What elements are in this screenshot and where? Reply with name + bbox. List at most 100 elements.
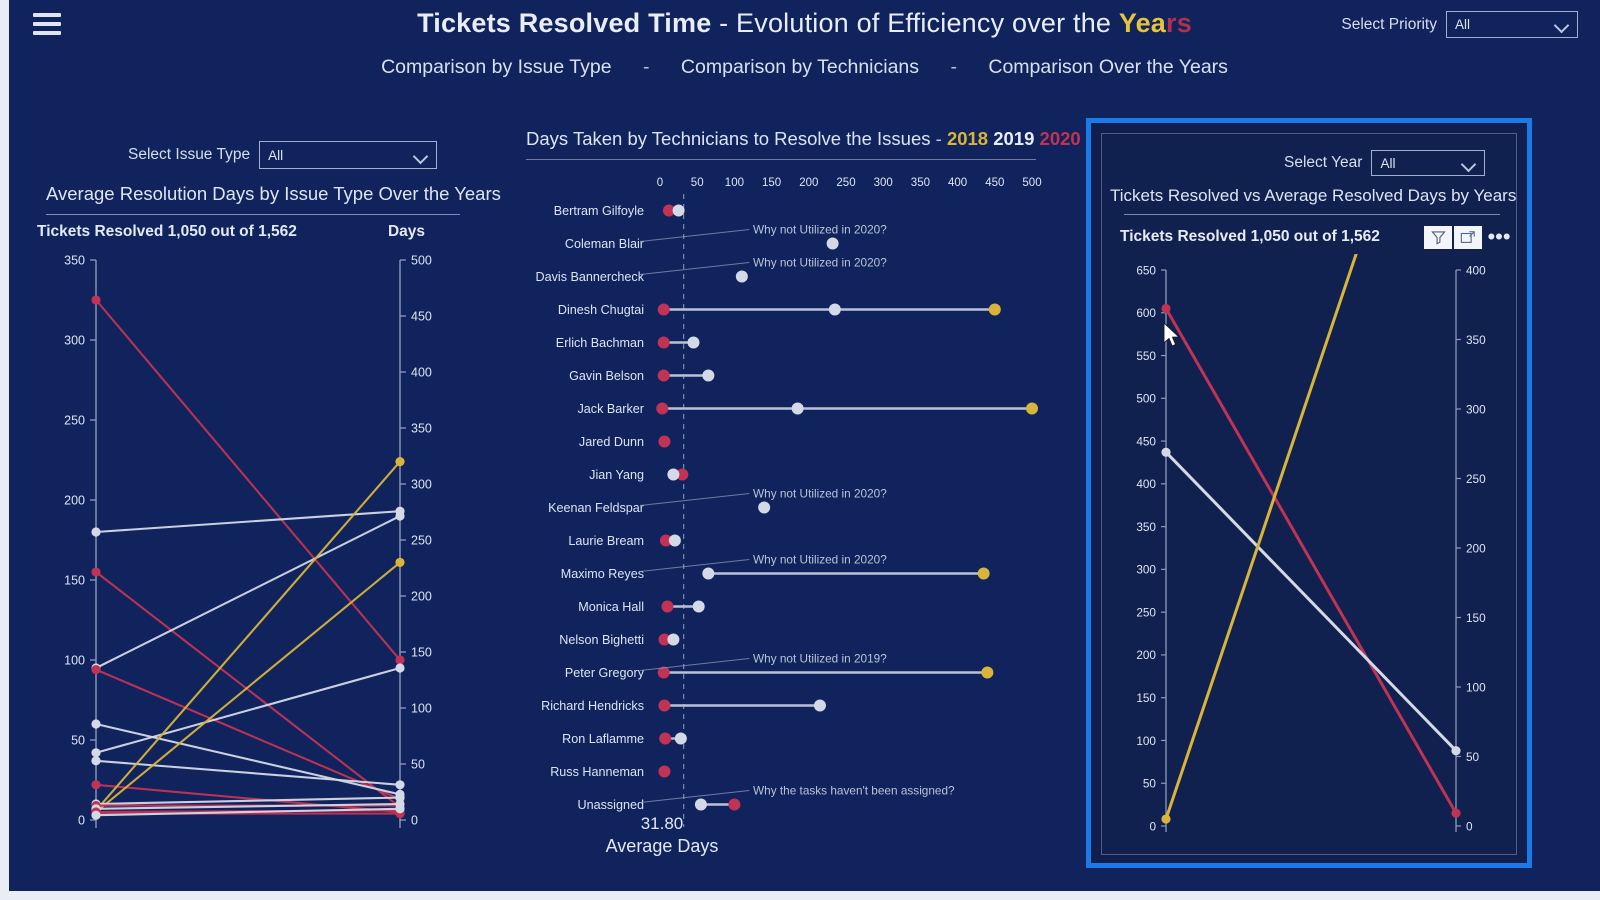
select-year-dropdown[interactable]: All xyxy=(1371,150,1486,176)
nav-comparison-by-technicians[interactable]: Comparison by Technicians xyxy=(681,56,919,78)
bottom-rail xyxy=(0,891,1600,900)
legend-2019[interactable]: 2019 xyxy=(993,128,1034,149)
technicians-dumbbell-chart[interactable]: 0 50 100 150 200 250 300 350 400 450 500 Bertram Gi… xyxy=(512,164,1072,864)
svg-text:400: 400 xyxy=(948,177,967,189)
svg-text:Peter Gregory: Peter Gregory xyxy=(565,666,645,680)
svg-text:100: 100 xyxy=(725,177,744,189)
right-tickets-resolved-kpi: Tickets Resolved 1,050 out of 1,562 xyxy=(1120,228,1380,245)
nav-comparison-over-the-years[interactable]: Comparison Over the Years xyxy=(988,56,1228,78)
svg-text:50: 50 xyxy=(411,758,425,772)
average-days-value: 31.80 xyxy=(640,814,684,833)
nav-separator-2: - xyxy=(950,56,957,78)
svg-text:Ron Laflamme: Ron Laflamme xyxy=(562,732,644,746)
mid-chart-footer: 31.80 Average Days xyxy=(512,814,812,857)
chevron-down-icon xyxy=(1555,20,1569,29)
svg-text:150: 150 xyxy=(1136,691,1156,705)
svg-text:Jian Yang: Jian Yang xyxy=(589,468,644,482)
svg-text:300: 300 xyxy=(1466,402,1486,416)
svg-text:Maximo Reyes: Maximo Reyes xyxy=(561,567,644,581)
left-slope-chart[interactable]: 0 50 100 150 200 250 300 350 0 50 100 150 200 250 300 3… xyxy=(28,250,468,850)
svg-text:0: 0 xyxy=(657,177,663,189)
svg-text:350: 350 xyxy=(64,254,85,268)
left-chart-title: Average Resolution Days by Issue Type Ov… xyxy=(46,183,501,204)
svg-text:400: 400 xyxy=(411,366,432,380)
svg-text:Laurie Bream: Laurie Bream xyxy=(568,534,644,548)
svg-text:450: 450 xyxy=(1136,434,1156,448)
filter-icon[interactable] xyxy=(1424,225,1452,249)
sub-navigation: Comparison by Issue Type - Comparison by… xyxy=(9,56,1600,79)
svg-text:Gavin Belson: Gavin Belson xyxy=(569,369,644,383)
left-tickets-resolved-kpi: Tickets Resolved 1,050 out of 1,562 xyxy=(37,223,297,240)
svg-text:50: 50 xyxy=(691,177,704,189)
svg-text:50: 50 xyxy=(1466,750,1480,764)
mid-title-divider xyxy=(526,159,1036,160)
years-line-chart[interactable]: 0 50 100 150 200 250 300 350 400 450 500 550 600 650 0… xyxy=(1106,0,1518,854)
svg-text:250: 250 xyxy=(411,534,432,548)
svg-text:Erlich Bachman: Erlich Bachman xyxy=(556,336,644,350)
select-issue-type-value: All xyxy=(268,147,284,163)
svg-text:400: 400 xyxy=(1136,477,1156,491)
app-header: Tickets Resolved Time - Evolution of Eff… xyxy=(9,0,1600,78)
svg-text:200: 200 xyxy=(799,177,818,189)
focus-mode-icon[interactable] xyxy=(1454,225,1482,249)
select-year-value: All xyxy=(1380,155,1396,171)
nav-comparison-by-issue-type[interactable]: Comparison by Issue Type xyxy=(381,56,612,78)
svg-text:450: 450 xyxy=(411,310,432,324)
more-options-icon[interactable]: ••• xyxy=(1484,226,1514,249)
svg-text:350: 350 xyxy=(411,422,432,436)
svg-text:150: 150 xyxy=(1466,611,1486,625)
svg-text:350: 350 xyxy=(1136,520,1156,534)
svg-text:Jack Barker: Jack Barker xyxy=(578,402,645,416)
svg-text:Jared Dunn: Jared Dunn xyxy=(579,435,644,449)
right-chart-title: Tickets Resolved vs Average Resolved Day… xyxy=(1110,186,1517,205)
chevron-down-icon xyxy=(414,151,428,160)
svg-text:Why not Utilized in 2020?: Why not Utilized in 2020? xyxy=(753,553,887,567)
right-title-divider xyxy=(1124,214,1500,215)
select-year-slicer[interactable]: Select Year All xyxy=(1284,150,1486,176)
svg-text:Bertram Gilfoyle: Bertram Gilfoyle xyxy=(554,204,644,218)
svg-text:450: 450 xyxy=(985,177,1004,189)
svg-text:Monica Hall: Monica Hall xyxy=(578,600,644,614)
svg-text:Why the tasks haven't been ass: Why the tasks haven't been assigned? xyxy=(753,784,955,798)
visual-header: Tickets Resolved 1,050 out of 1,562 ••• xyxy=(1110,222,1514,252)
select-issue-type-slicer[interactable]: Select Issue Type All xyxy=(128,141,438,169)
page-title-gold: Yea xyxy=(1118,8,1166,38)
svg-text:Dinesh Chugtai: Dinesh Chugtai xyxy=(558,303,644,317)
page-title-red: rs xyxy=(1166,8,1192,38)
svg-text:Nelson Bighetti: Nelson Bighetti xyxy=(559,633,644,647)
left-rail xyxy=(0,0,9,900)
left-slope-chart-svg: 0 50 100 150 200 250 300 350 0 50 100 150 200 250 300 3… xyxy=(64,254,432,828)
svg-text:150: 150 xyxy=(762,177,781,189)
years-panel-focused[interactable]: Select Year All Tickets Resolved vs Aver… xyxy=(1086,0,1532,868)
years-line-chart-svg: 0 50 100 150 200 250 300 350 400 450 500 550 600 650 0… xyxy=(1136,0,1486,833)
svg-text:Why not Utilized in 2020?: Why not Utilized in 2020? xyxy=(753,256,887,270)
svg-text:250: 250 xyxy=(64,414,85,428)
select-priority-slicer[interactable]: Select Priority All xyxy=(1341,11,1578,38)
svg-text:Keenan Feldspar: Keenan Feldspar xyxy=(548,501,644,515)
svg-text:350: 350 xyxy=(1466,333,1486,347)
svg-text:50: 50 xyxy=(1143,777,1157,791)
svg-text:600: 600 xyxy=(1136,306,1156,320)
svg-text:100: 100 xyxy=(1136,734,1156,748)
page-title-bold: Tickets Resolved Time xyxy=(417,8,712,38)
left-days-axis-label: Days xyxy=(387,223,425,240)
svg-text:500: 500 xyxy=(1136,392,1156,406)
legend-2018[interactable]: 2018 xyxy=(947,128,988,149)
select-priority-dropdown[interactable]: All xyxy=(1446,11,1578,38)
select-issue-type-dropdown[interactable]: All xyxy=(259,141,438,169)
svg-text:250: 250 xyxy=(1136,605,1156,619)
svg-text:Richard Hendricks: Richard Hendricks xyxy=(541,699,644,713)
svg-text:150: 150 xyxy=(64,574,85,588)
legend-2020[interactable]: 2020 xyxy=(1040,128,1081,149)
select-priority-label: Select Priority xyxy=(1341,15,1437,33)
svg-text:400: 400 xyxy=(1466,263,1486,277)
svg-text:300: 300 xyxy=(1136,563,1156,577)
svg-text:Why not Utilized in 2020?: Why not Utilized in 2020? xyxy=(753,223,887,237)
svg-text:150: 150 xyxy=(411,646,432,660)
svg-text:500: 500 xyxy=(1022,177,1041,189)
svg-text:300: 300 xyxy=(874,177,893,189)
select-priority-value: All xyxy=(1455,17,1471,32)
left-chart-subheader: Tickets Resolved 1,050 out of 1,562 Days xyxy=(37,223,467,241)
chevron-down-icon xyxy=(1462,159,1476,168)
svg-text:Russ Hanneman: Russ Hanneman xyxy=(550,765,644,779)
